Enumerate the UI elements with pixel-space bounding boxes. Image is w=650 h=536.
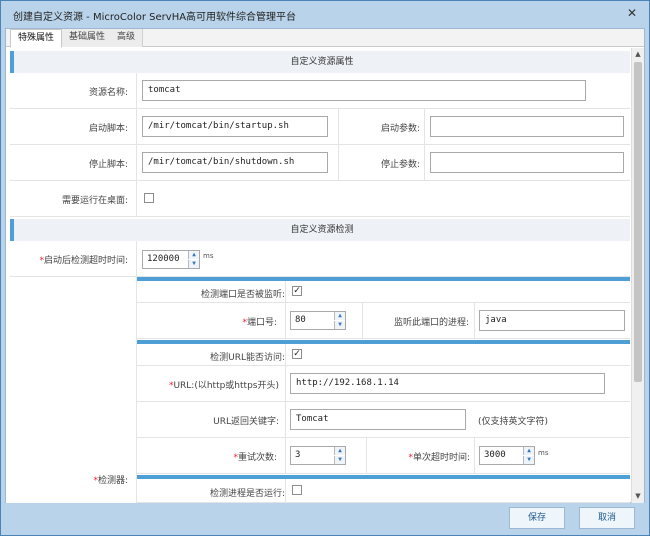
column-divider xyxy=(285,402,286,438)
chevron-down-icon[interactable]: ▼ xyxy=(523,456,534,464)
port-process-input[interactable]: java xyxy=(479,310,625,331)
form-row-process-running: 检测进程是否运行: xyxy=(137,479,630,503)
save-button[interactable]: 保存 xyxy=(509,507,565,529)
column-divider xyxy=(136,181,137,217)
title-bar[interactable]: 创建自定义资源 - MicroColor ServHA高可用软件综合管理平台 ✕ xyxy=(1,1,649,27)
chevron-down-icon[interactable]: ▼ xyxy=(334,321,345,329)
chevron-down-icon[interactable]: ▼ xyxy=(334,456,345,464)
stop-script-label: 停止脚本: xyxy=(88,160,128,170)
detect-timeout-unit: ms xyxy=(203,252,214,260)
tab-bar: 特殊属性 基础属性 高级 xyxy=(6,29,644,48)
resource-name-input[interactable]: tomcat xyxy=(142,80,586,101)
start-script-input[interactable]: /mir/tomcat/bin/startup.sh xyxy=(142,116,328,137)
chevron-up-icon[interactable]: ▲ xyxy=(188,251,199,259)
detector-label: *检测器: xyxy=(93,476,128,486)
port-monitored-label: 检测端口是否被监听: xyxy=(200,290,285,300)
column-divider xyxy=(285,366,286,402)
column-divider xyxy=(136,241,137,277)
chevron-up-icon[interactable]: ▲ xyxy=(334,447,345,455)
form-row-stop-script: 停止脚本: /mir/tomcat/bin/shutdown.sh 停止参数: xyxy=(10,145,630,181)
section-header-resource-properties: 自定义资源属性 xyxy=(10,51,630,73)
port-label: *端口号: xyxy=(242,318,277,328)
form-row-url-keyword: URL返回关键字: Tomcat (仅支持英文字符) xyxy=(137,402,630,438)
dialog-footer: 保存 取消 xyxy=(5,503,645,533)
form-row-url-accessible: 检测URL能否访问: ✓ xyxy=(137,344,630,366)
column-divider xyxy=(285,479,286,503)
form-panel: 自定义资源属性 资源名称: tomcat 启动脚本: /mir/tomcat/b… xyxy=(6,48,630,503)
column-divider xyxy=(474,438,475,474)
run-on-desktop-checkbox[interactable] xyxy=(144,193,154,203)
resource-name-label: 资源名称: xyxy=(88,88,128,98)
stop-params-label: 停止参数: xyxy=(380,160,420,170)
chevron-up-icon[interactable]: ▲ xyxy=(334,312,345,320)
tab-special-properties[interactable]: 特殊属性 xyxy=(10,29,63,48)
retries-label: *重试次数: xyxy=(233,453,277,463)
url-accessible-label: 检测URL能否访问: xyxy=(210,353,285,363)
column-divider xyxy=(424,109,425,145)
process-running-checkbox[interactable] xyxy=(292,485,302,495)
scroll-down-icon[interactable]: ▼ xyxy=(632,490,644,502)
form-row-port: *端口号: 80 ▲ ▼ 监听此端口的进程: java xyxy=(137,303,630,339)
column-divider xyxy=(136,109,137,145)
start-params-input[interactable] xyxy=(430,116,624,137)
column-divider xyxy=(285,344,286,366)
form-row-run-on-desktop: 需要运行在桌面: xyxy=(10,181,630,217)
column-divider xyxy=(424,145,425,181)
tab-basic-properties[interactable]: 基础属性 xyxy=(62,29,114,47)
section-header-resource-detection: 自定义资源检测 xyxy=(10,219,630,241)
start-script-label: 启动脚本: xyxy=(88,124,128,134)
url-keyword-input[interactable]: Tomcat xyxy=(290,409,466,430)
detect-timeout-label: *启动后检测超时时间: xyxy=(39,256,128,266)
chevron-up-icon[interactable]: ▲ xyxy=(523,447,534,455)
column-divider xyxy=(136,145,137,181)
column-divider xyxy=(338,109,339,145)
stop-script-input[interactable]: /mir/tomcat/bin/shutdown.sh xyxy=(142,152,328,173)
run-on-desktop-label: 需要运行在桌面: xyxy=(61,196,128,206)
close-icon[interactable]: ✕ xyxy=(621,5,643,21)
column-divider xyxy=(474,303,475,339)
form-row-detect-timeout: *启动后检测超时时间: 120000 ▲ ▼ ms xyxy=(10,241,630,277)
detect-timeout-stepper[interactable]: 120000 ▲ ▼ xyxy=(142,250,200,269)
single-timeout-stepper[interactable]: 3000 ▲ ▼ xyxy=(479,446,535,465)
retries-stepper[interactable]: 3 ▲ ▼ xyxy=(290,446,346,465)
url-keyword-label: URL返回关键字: xyxy=(213,417,279,427)
port-monitored-checkbox[interactable]: ✓ xyxy=(292,286,302,296)
chevron-down-icon[interactable]: ▼ xyxy=(188,260,199,268)
tab-advanced[interactable]: 高级 xyxy=(110,29,144,47)
form-row-start-script: 启动脚本: /mir/tomcat/bin/startup.sh 启动参数: xyxy=(10,109,630,145)
window-title: 创建自定义资源 - MicroColor ServHA高可用软件综合管理平台 xyxy=(13,12,297,23)
form-row-retries: *重试次数: 3 ▲ ▼ *单次超时时间: 3000 ▲ ▼ ms xyxy=(137,438,630,474)
column-divider xyxy=(136,73,137,109)
url-keyword-hint: (仅支持英文字符) xyxy=(478,417,549,427)
url-label: *URL:(以http或https开头) xyxy=(168,381,279,391)
dialog-body: 特殊属性 基础属性 高级 自定义资源属性 资源名称: tomcat 启动脚本: … xyxy=(5,28,645,503)
single-timeout-unit: ms xyxy=(538,449,549,457)
column-divider xyxy=(285,281,286,303)
column-divider xyxy=(285,438,286,474)
vertical-scrollbar[interactable]: ▲ ▼ xyxy=(631,48,644,503)
single-timeout-label: *单次超时时间: xyxy=(408,453,470,463)
form-row-port-monitored: 检测端口是否被监听: ✓ xyxy=(137,281,630,303)
detector-area: *检测器: 检测端口是否被监听: ✓ *端口号: 80 ▲ ▼ 监听此端口的进程… xyxy=(10,277,630,503)
form-row-url: *URL:(以http或https开头) http://192.168.1.14 xyxy=(137,366,630,402)
stop-params-input[interactable] xyxy=(430,152,624,173)
start-params-label: 启动参数: xyxy=(380,124,420,134)
url-input[interactable]: http://192.168.1.14 xyxy=(290,373,605,394)
process-running-label: 检测进程是否运行: xyxy=(209,489,285,499)
port-stepper[interactable]: 80 ▲ ▼ xyxy=(290,311,346,330)
form-row-resource-name: 资源名称: tomcat xyxy=(10,73,630,109)
dialog-window: 创建自定义资源 - MicroColor ServHA高可用软件综合管理平台 ✕… xyxy=(0,0,650,536)
column-divider xyxy=(338,145,339,181)
scrollbar-thumb[interactable] xyxy=(634,62,642,382)
cancel-button[interactable]: 取消 xyxy=(579,507,635,529)
scroll-up-icon[interactable]: ▲ xyxy=(632,48,644,60)
url-accessible-checkbox[interactable]: ✓ xyxy=(292,349,302,359)
column-divider xyxy=(285,303,286,339)
port-process-label: 监听此端口的进程: xyxy=(393,318,469,328)
